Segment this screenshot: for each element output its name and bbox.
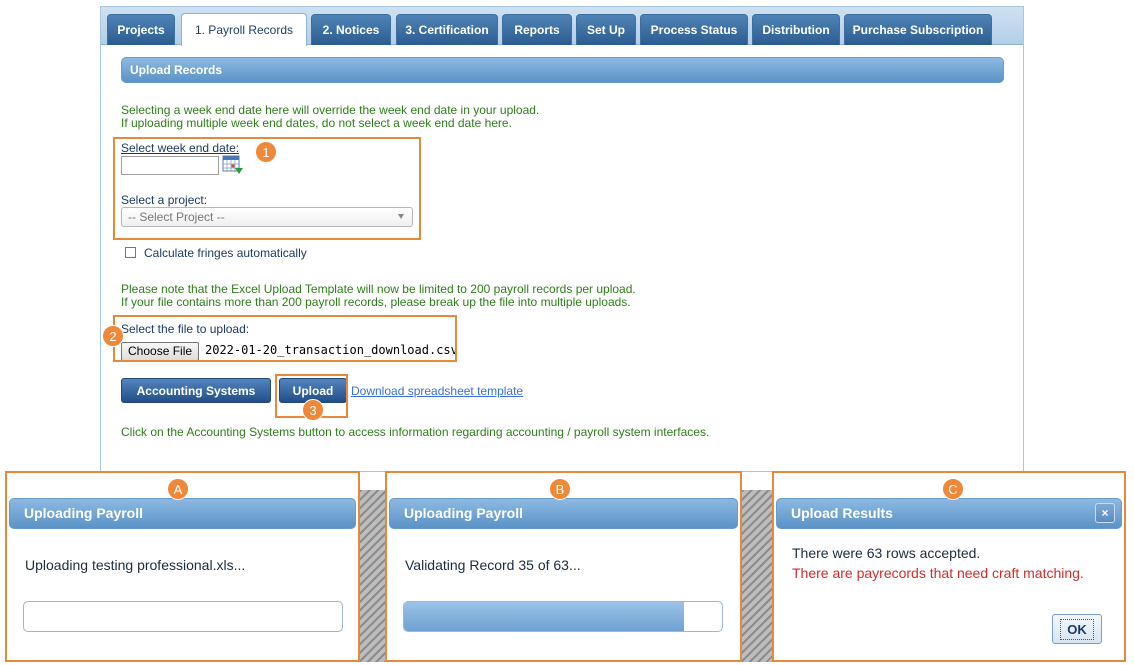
separator-hatch [742, 490, 772, 662]
results-accepted-text: There were 63 rows accepted. [792, 545, 981, 561]
fringe-label[interactable]: Calculate fringes automatically [144, 246, 307, 260]
section-header: Upload Records [121, 57, 1004, 83]
week-override-note: Selecting a week end date here will over… [121, 103, 540, 130]
dialog-upload-results: Upload Results × There were 63 rows acce… [772, 471, 1126, 662]
validation-status-text: Validating Record 35 of 63... [405, 557, 581, 573]
tab-bar: Projects 1. Payroll Records 2. Notices 3… [101, 7, 1023, 46]
upload-progress-bar [23, 601, 343, 632]
upload-limit-note: Please note that the Excel Upload Templa… [121, 282, 636, 309]
tab-payroll-records[interactable]: 1. Payroll Records [181, 13, 307, 46]
dialog-uploading: Uploading Payroll Uploading testing prof… [5, 471, 360, 662]
tab-process-status[interactable]: Process Status [640, 14, 748, 45]
tab-reports[interactable]: Reports [502, 14, 572, 45]
callout-badge-2: 2 [102, 325, 124, 347]
tab-distribution[interactable]: Distribution [752, 14, 840, 45]
callout-badge-b: B [549, 478, 571, 500]
results-warning-text: There are payrecords that need craft mat… [792, 565, 1084, 581]
upload-status-text: Uploading testing professional.xls... [25, 557, 246, 573]
tab-set-up[interactable]: Set Up [576, 14, 636, 45]
progress-fill [404, 602, 684, 631]
ok-button[interactable]: OK [1052, 614, 1102, 644]
callout-box-2 [113, 315, 457, 362]
validation-progress-bar [403, 601, 723, 632]
dialog-validating: Uploading Payroll Validating Record 35 o… [385, 471, 742, 662]
callout-badge-1: 1 [255, 141, 277, 163]
dialog-title: Upload Results × [776, 498, 1122, 529]
callout-badge-a: A [167, 478, 189, 500]
callout-badge-3: 3 [302, 399, 324, 421]
tab-purchase-subscription[interactable]: Purchase Subscription [844, 14, 992, 45]
dialog-title: Uploading Payroll [389, 498, 738, 529]
separator-hatch [360, 490, 385, 662]
download-template-link[interactable]: Download spreadsheet template [351, 384, 523, 398]
dialog-title: Uploading Payroll [9, 498, 356, 529]
fringe-checkbox[interactable] [125, 247, 136, 258]
close-icon[interactable]: × [1095, 503, 1115, 523]
tab-notices[interactable]: 2. Notices [311, 14, 391, 45]
tab-certification[interactable]: 3. Certification [396, 14, 498, 45]
tab-projects[interactable]: Projects [107, 14, 175, 45]
accounting-systems-button[interactable]: Accounting Systems [121, 378, 271, 403]
accounting-info-note: Click on the Accounting Systems button t… [121, 425, 710, 439]
callout-badge-c: C [942, 478, 964, 500]
